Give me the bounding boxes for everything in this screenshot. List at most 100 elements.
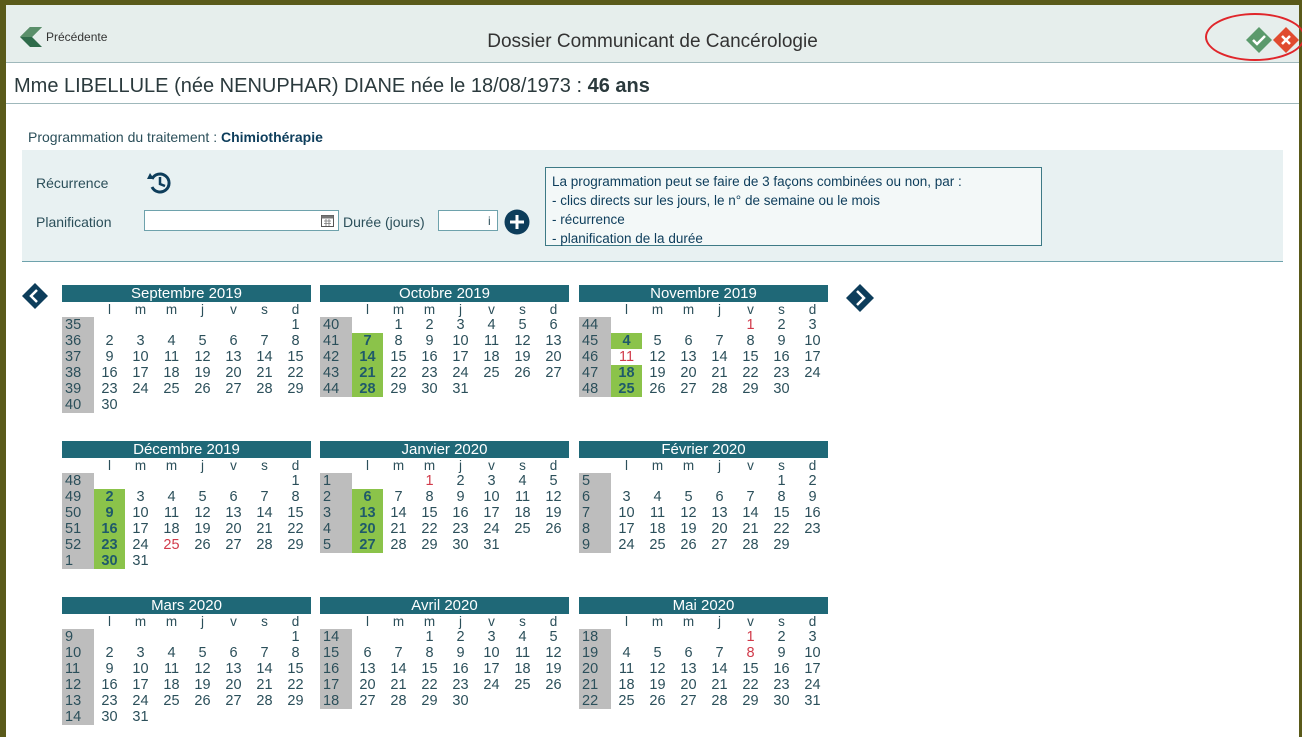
week-number[interactable]: 5 bbox=[579, 473, 611, 489]
week-number[interactable]: 17 bbox=[320, 677, 352, 693]
week-number[interactable]: 12 bbox=[62, 677, 94, 693]
calendar-day[interactable]: 28 bbox=[735, 537, 766, 553]
calendar-day[interactable]: 5 bbox=[187, 333, 218, 349]
calendar-day[interactable]: 21 bbox=[249, 677, 280, 693]
week-number[interactable]: 3 bbox=[320, 505, 352, 521]
week-number[interactable]: 21 bbox=[579, 677, 611, 693]
calendar-day[interactable]: 3 bbox=[476, 473, 507, 489]
calendar-day[interactable]: 19 bbox=[187, 365, 218, 381]
calendar-day[interactable]: 1 bbox=[735, 629, 766, 645]
week-number[interactable]: 44 bbox=[320, 381, 352, 397]
calendar-day[interactable]: 7 bbox=[704, 645, 735, 661]
week-number[interactable]: 47 bbox=[579, 365, 611, 381]
calendar-day[interactable]: 25 bbox=[642, 537, 673, 553]
week-number[interactable]: 19 bbox=[579, 645, 611, 661]
calendar-day[interactable]: 23 bbox=[94, 381, 125, 397]
month-header[interactable]: Décembre 2019 bbox=[62, 441, 311, 458]
calendar-day[interactable]: 19 bbox=[187, 677, 218, 693]
calendar-day[interactable]: 7 bbox=[249, 645, 280, 661]
validate-button[interactable] bbox=[1244, 25, 1274, 55]
week-number[interactable]: 2 bbox=[320, 489, 352, 505]
calendar-day[interactable]: 2 bbox=[94, 645, 125, 661]
calendar-day[interactable]: 18 bbox=[156, 521, 187, 537]
calendar-day[interactable]: 12 bbox=[187, 349, 218, 365]
week-number[interactable]: 8 bbox=[579, 521, 611, 537]
calendar-day[interactable]: 15 bbox=[766, 505, 797, 521]
week-number[interactable]: 1 bbox=[62, 553, 94, 569]
week-number[interactable]: 43 bbox=[320, 365, 352, 381]
calendar-day[interactable]: 4 bbox=[476, 317, 507, 333]
calendar-day[interactable]: 10 bbox=[797, 333, 828, 349]
calendar-day[interactable]: 14 bbox=[383, 505, 414, 521]
calendar-day[interactable]: 6 bbox=[218, 489, 249, 505]
calendar-day[interactable]: 1 bbox=[383, 317, 414, 333]
calendar-day[interactable]: 9 bbox=[797, 489, 828, 505]
month-header[interactable]: Mai 2020 bbox=[579, 597, 828, 614]
calendar-day[interactable]: 14 bbox=[249, 505, 280, 521]
calendar-day[interactable]: 3 bbox=[797, 317, 828, 333]
calendar-day[interactable]: 3 bbox=[611, 489, 642, 505]
calendar-day[interactable]: 29 bbox=[280, 537, 311, 553]
month-header[interactable]: Octobre 2019 bbox=[320, 285, 569, 302]
calendar-day[interactable]: 5 bbox=[507, 317, 538, 333]
calendar-day[interactable]: 13 bbox=[218, 349, 249, 365]
calendar-day[interactable]: 20 bbox=[352, 521, 383, 537]
calendar-day[interactable]: 27 bbox=[704, 537, 735, 553]
calendar-day[interactable]: 19 bbox=[507, 349, 538, 365]
calendar-day[interactable]: 29 bbox=[735, 381, 766, 397]
calendar-day[interactable]: 22 bbox=[280, 521, 311, 537]
calendar-day[interactable]: 18 bbox=[476, 349, 507, 365]
calendar-day[interactable]: 25 bbox=[156, 537, 187, 553]
calendar-day[interactable]: 21 bbox=[352, 365, 383, 381]
calendar-day[interactable]: 6 bbox=[352, 645, 383, 661]
calendar-day[interactable]: 19 bbox=[538, 661, 569, 677]
week-number[interactable]: 9 bbox=[579, 537, 611, 553]
calendar-day[interactable]: 16 bbox=[94, 365, 125, 381]
calendar-day[interactable]: 8 bbox=[414, 489, 445, 505]
week-number[interactable]: 4 bbox=[320, 521, 352, 537]
calendar-day[interactable]: 18 bbox=[611, 677, 642, 693]
calendar-day[interactable]: 4 bbox=[611, 645, 642, 661]
calendar-day[interactable]: 16 bbox=[445, 505, 476, 521]
calendar-day[interactable]: 26 bbox=[538, 521, 569, 537]
calendar-day[interactable]: 4 bbox=[507, 629, 538, 645]
calendar-day[interactable]: 22 bbox=[280, 365, 311, 381]
week-number[interactable]: 13 bbox=[62, 693, 94, 709]
calendar-day[interactable]: 10 bbox=[125, 349, 156, 365]
calendar-day[interactable]: 27 bbox=[218, 381, 249, 397]
calendar-day[interactable]: 2 bbox=[445, 629, 476, 645]
calendar-day[interactable]: 6 bbox=[673, 333, 704, 349]
week-number[interactable]: 52 bbox=[62, 537, 94, 553]
month-header[interactable]: Janvier 2020 bbox=[320, 441, 569, 458]
calendar-day[interactable]: 29 bbox=[414, 693, 445, 709]
calendar-day[interactable]: 17 bbox=[797, 349, 828, 365]
calendar-day[interactable]: 29 bbox=[766, 537, 797, 553]
week-number[interactable]: 18 bbox=[579, 629, 611, 645]
calendar-day[interactable]: 22 bbox=[280, 677, 311, 693]
week-number[interactable]: 9 bbox=[62, 629, 94, 645]
calendar-day[interactable]: 28 bbox=[704, 381, 735, 397]
calendar-day[interactable]: 1 bbox=[280, 317, 311, 333]
week-number[interactable]: 10 bbox=[62, 645, 94, 661]
add-button[interactable] bbox=[504, 209, 530, 235]
calendar-day[interactable]: 27 bbox=[352, 693, 383, 709]
calendar-day[interactable]: 3 bbox=[125, 489, 156, 505]
calendar-day[interactable]: 6 bbox=[704, 489, 735, 505]
calendar-day[interactable]: 26 bbox=[507, 365, 538, 381]
calendar-day[interactable]: 5 bbox=[642, 333, 673, 349]
calendar-day[interactable]: 17 bbox=[445, 349, 476, 365]
calendar-day[interactable]: 8 bbox=[735, 333, 766, 349]
calendar-day[interactable]: 8 bbox=[414, 645, 445, 661]
calendar-day[interactable]: 7 bbox=[352, 333, 383, 349]
calendar-day[interactable]: 22 bbox=[414, 521, 445, 537]
calendar-day[interactable]: 14 bbox=[735, 505, 766, 521]
calendar-day[interactable]: 5 bbox=[187, 645, 218, 661]
calendar-day[interactable]: 20 bbox=[218, 677, 249, 693]
week-number[interactable]: 14 bbox=[320, 629, 352, 645]
calendar-day[interactable]: 11 bbox=[611, 349, 642, 365]
calendar-day[interactable]: 17 bbox=[476, 505, 507, 521]
calendar-day[interactable]: 3 bbox=[445, 317, 476, 333]
calendar-day[interactable]: 7 bbox=[704, 333, 735, 349]
calendar-day[interactable]: 7 bbox=[735, 489, 766, 505]
calendar-day[interactable]: 7 bbox=[249, 333, 280, 349]
